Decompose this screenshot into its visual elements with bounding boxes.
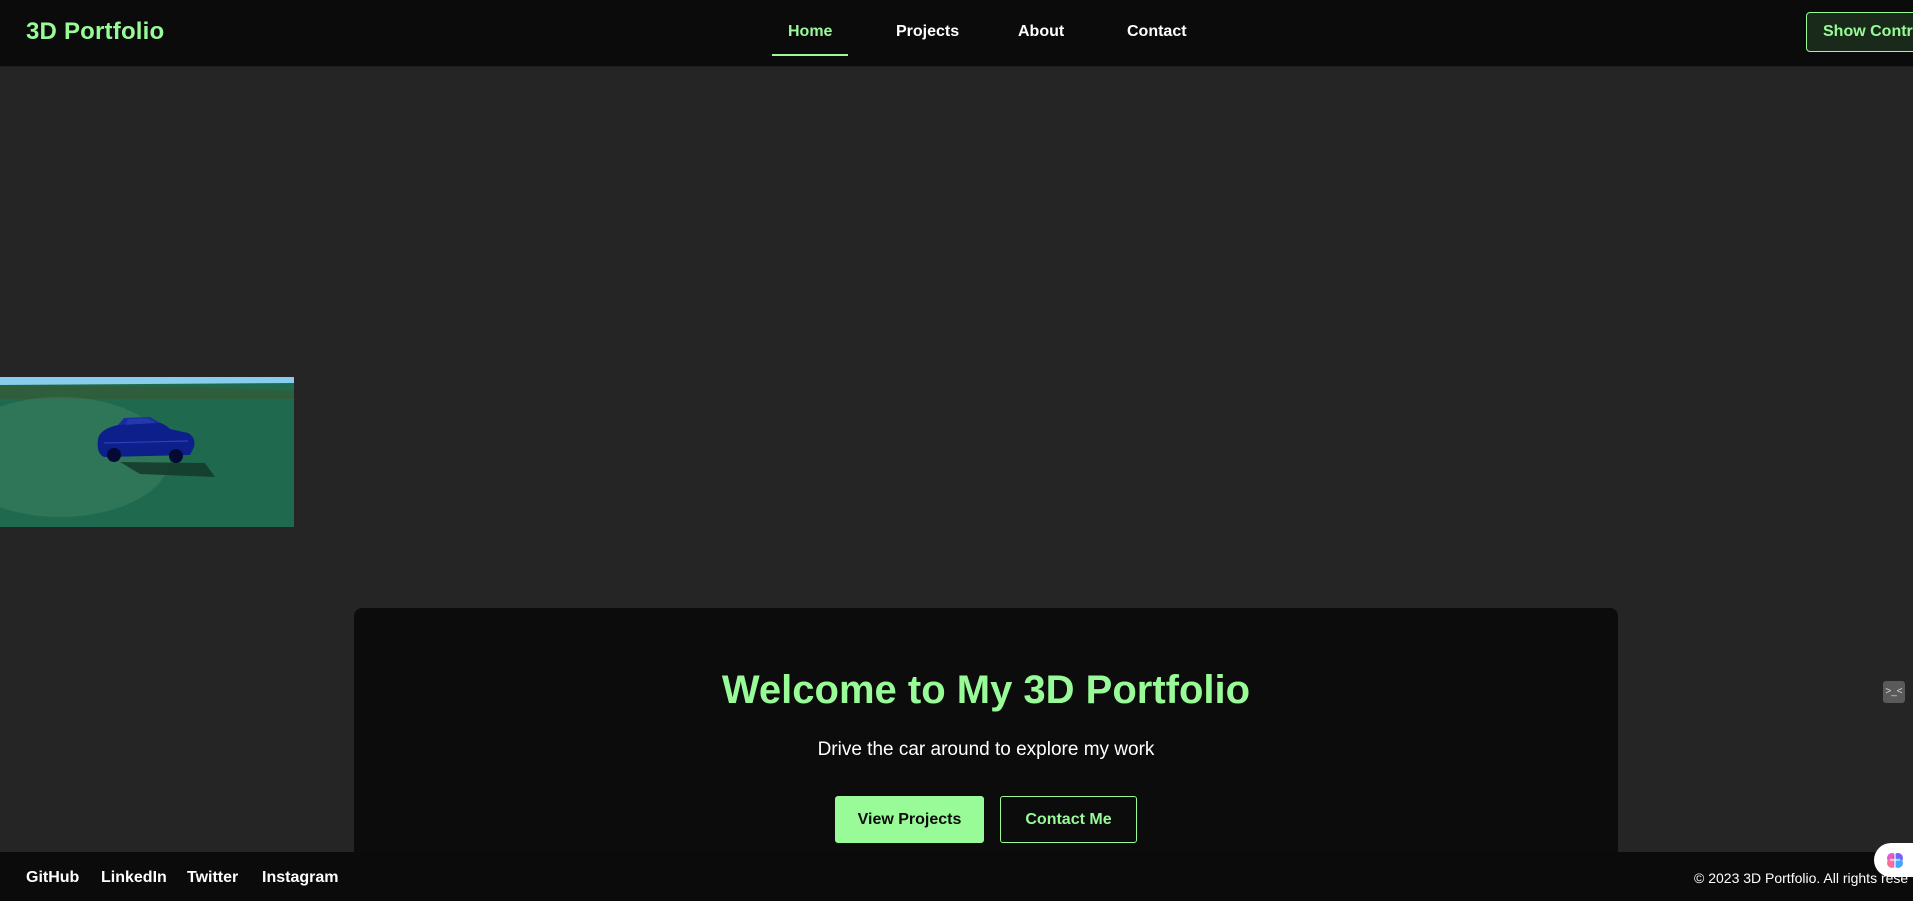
3d-scene-viewport[interactable] xyxy=(0,377,294,527)
nav-projects[interactable]: Projects xyxy=(880,22,975,54)
show-controls-button[interactable]: Show Contro xyxy=(1806,12,1913,52)
main-nav: Home Projects About Contact xyxy=(0,22,1913,56)
footer-link-linkedin[interactable]: LinkedIn xyxy=(101,869,167,887)
footer-link-github[interactable]: GitHub xyxy=(26,869,79,887)
hero-title: Welcome to My 3D Portfolio xyxy=(721,668,1251,712)
nav-about[interactable]: About xyxy=(1002,22,1080,54)
hero-subtitle: Drive the car around to explore my work xyxy=(817,739,1155,760)
scene-render xyxy=(0,377,294,527)
footer-link-instagram[interactable]: Instagram xyxy=(262,869,338,887)
nav-home[interactable]: Home xyxy=(772,22,849,56)
footer: GitHub LinkedIn Twitter Instagram © 2023… xyxy=(0,852,1913,901)
portfolio-page: 3D Portfolio Home Projects About Contact… xyxy=(0,0,1913,901)
hero-card: Welcome to My 3D Portfolio Drive the car… xyxy=(354,608,1618,875)
assistant-launcher[interactable] xyxy=(1874,843,1913,877)
copyright-text: © 2023 3D Portfolio. All rights rese xyxy=(1694,870,1909,886)
view-projects-button[interactable]: View Projects xyxy=(835,796,984,843)
top-navigation-bar: 3D Portfolio Home Projects About Contact… xyxy=(0,0,1913,67)
contact-me-button[interactable]: Contact Me xyxy=(1000,796,1137,843)
code-icon[interactable]: >_< xyxy=(1883,681,1905,703)
brain-icon xyxy=(1887,853,1903,868)
nav-contact[interactable]: Contact xyxy=(1111,22,1203,54)
footer-link-twitter[interactable]: Twitter xyxy=(187,869,238,887)
